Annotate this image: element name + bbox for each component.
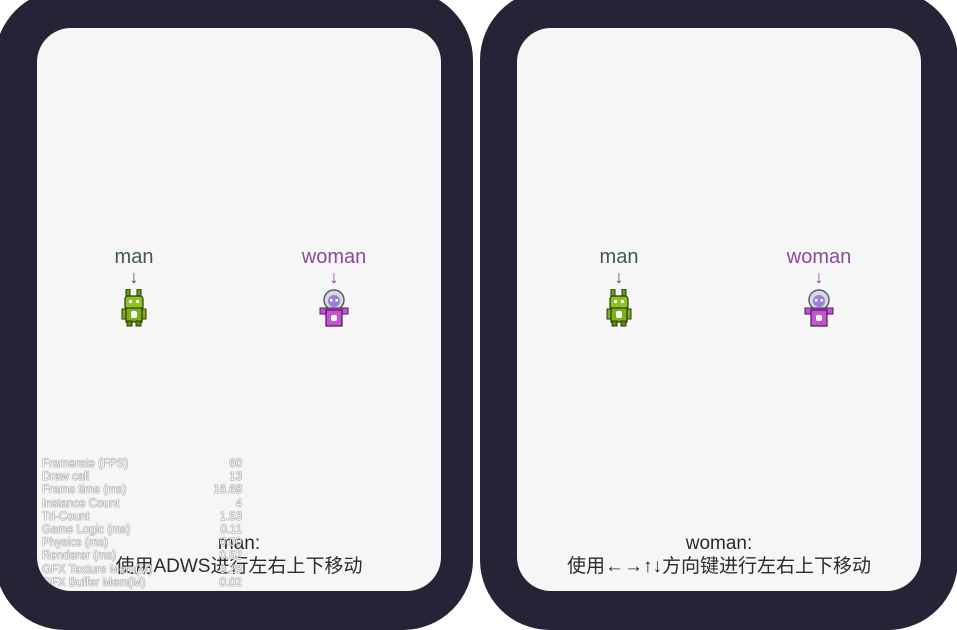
right-player-frame: man ↓ woman ↓ woman: 使用←→↑↓方向键进行左右上下移动 bbox=[480, 0, 957, 630]
man-arrow: ↓ bbox=[614, 267, 624, 287]
stat-row: GFX Buffer Mem(M) 0.02 bbox=[42, 576, 242, 589]
woman-sprite bbox=[804, 289, 834, 327]
man-label: man bbox=[114, 246, 154, 268]
man-arrow: ↓ bbox=[129, 267, 139, 287]
man-character: man ↓ bbox=[84, 246, 184, 327]
woman-arrow: ↓ bbox=[329, 267, 339, 287]
stat-row: GFX Texture Mem(M) 9.28 bbox=[42, 563, 242, 576]
right-instructions: woman: 使用←→↑↓方向键进行左右上下移动 bbox=[517, 532, 921, 578]
stat-row: Frame time (ms) 16.68 bbox=[42, 484, 242, 497]
woman-character: woman ↓ bbox=[284, 246, 384, 327]
right-instructions-title: woman: bbox=[685, 533, 753, 554]
man-sprite bbox=[606, 289, 632, 327]
stat-row: Physics (ms) 0.00 bbox=[42, 537, 242, 550]
stat-row: Draw call 13 bbox=[42, 471, 242, 484]
stat-row: Framerate (FPS) 60 bbox=[42, 458, 242, 470]
stat-row: Instance Count 4 bbox=[42, 497, 242, 510]
debug-stats-overlay: Framerate (FPS) 60 Draw call 13 Frame time… bbox=[42, 458, 242, 590]
woman-character: woman ↓ bbox=[769, 246, 869, 327]
stat-row: Tri-Count 1.53 bbox=[42, 510, 242, 523]
stat-row: Renderer (ms) 0.52 bbox=[42, 550, 242, 563]
woman-label: woman bbox=[786, 246, 852, 268]
right-game-screen[interactable]: man ↓ woman ↓ woman: 使用←→↑↓方向键进行左右上下移动 bbox=[517, 28, 921, 591]
man-label: man bbox=[599, 246, 639, 268]
stat-row: Game Logic (ms) 0.11 bbox=[42, 524, 242, 537]
man-sprite bbox=[121, 289, 147, 327]
left-player-frame: man ↓ woman ↓ man: 使用ADWS进行左右上下移动 Framer… bbox=[0, 0, 473, 630]
right-instructions-text: 使用←→↑↓方向键进行左右上下移动 bbox=[566, 556, 871, 577]
man-character: man ↓ bbox=[569, 246, 669, 327]
woman-sprite bbox=[319, 289, 349, 327]
woman-label: woman bbox=[301, 246, 367, 268]
left-game-screen[interactable]: man ↓ woman ↓ man: 使用ADWS进行左右上下移动 Framer… bbox=[37, 28, 441, 591]
woman-arrow: ↓ bbox=[814, 267, 824, 287]
